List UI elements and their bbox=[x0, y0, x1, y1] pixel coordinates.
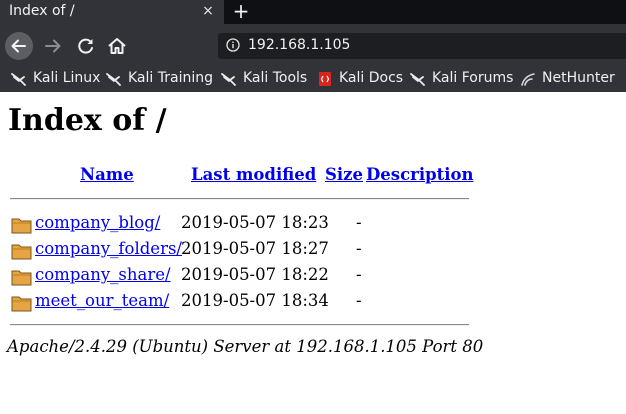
server-signature: Apache/2.4.29 (Ubuntu) Server at 192.168… bbox=[7, 337, 484, 356]
entry-size: - bbox=[356, 239, 362, 258]
reload-icon[interactable] bbox=[75, 35, 97, 57]
footer-divider bbox=[10, 324, 469, 326]
entry-size: - bbox=[356, 213, 362, 232]
folder-icon bbox=[11, 296, 32, 312]
folder-icon bbox=[11, 244, 32, 260]
entry-size: - bbox=[356, 265, 362, 284]
column-header-last-modified[interactable]: Last modified bbox=[191, 165, 316, 184]
folder-icon bbox=[11, 270, 32, 286]
back-button[interactable] bbox=[5, 32, 33, 60]
close-tab-icon[interactable]: × bbox=[202, 3, 214, 19]
column-header-name[interactable]: Name bbox=[80, 165, 134, 184]
table-row: meet_our_team/ 2019-05-07 18:34 - bbox=[0, 291, 626, 315]
arrow-left-icon bbox=[11, 39, 26, 53]
table-row: company_folders/ 2019-05-07 18:27 - bbox=[0, 239, 626, 263]
new-tab-button[interactable]: + bbox=[232, 0, 250, 22]
table-row: company_blog/ 2019-05-07 18:23 - bbox=[0, 213, 626, 237]
entry-link[interactable]: company_blog/ bbox=[35, 213, 160, 232]
bookmarks-bar: Kali Linux Kali Training Kali Tools Kali… bbox=[0, 66, 626, 92]
entry-link[interactable]: company_share/ bbox=[35, 265, 171, 284]
tab-title: Index of / bbox=[9, 3, 75, 19]
tab-strip: Index of / × + bbox=[0, 0, 626, 24]
column-header-size[interactable]: Size bbox=[325, 165, 363, 184]
entry-size: - bbox=[356, 291, 362, 310]
entry-link[interactable]: meet_our_team/ bbox=[35, 291, 169, 310]
header-divider bbox=[10, 198, 469, 200]
entry-modified: 2019-05-07 18:34 bbox=[181, 291, 329, 310]
url-text[interactable]: 192.168.1.105 bbox=[248, 37, 350, 53]
page-title: Index of / bbox=[8, 103, 167, 138]
page-content: Index of / Name Last modified Size Descr… bbox=[0, 92, 626, 414]
table-row: company_share/ 2019-05-07 18:22 - bbox=[0, 265, 626, 289]
kali-dragon-icon bbox=[106, 73, 121, 86]
info-icon[interactable] bbox=[226, 38, 240, 52]
navigation-toolbar: 192.168.1.105 bbox=[0, 24, 626, 66]
entry-modified: 2019-05-07 18:23 bbox=[181, 213, 329, 232]
home-icon[interactable] bbox=[106, 35, 128, 57]
kali-dragon-icon bbox=[11, 73, 26, 86]
column-header-description[interactable]: Description bbox=[366, 165, 474, 184]
tab-index[interactable]: Index of / × bbox=[0, 0, 224, 24]
folder-icon bbox=[11, 218, 32, 234]
entry-modified: 2019-05-07 18:27 bbox=[181, 239, 329, 258]
nethunter-icon bbox=[521, 73, 535, 86]
kali-dragon-icon bbox=[221, 73, 236, 86]
kali-dragon-icon bbox=[410, 73, 425, 86]
entry-link[interactable]: company_folders/ bbox=[35, 239, 182, 258]
arrow-right-icon[interactable] bbox=[42, 35, 64, 57]
kali-docs-icon bbox=[319, 72, 331, 86]
entry-modified: 2019-05-07 18:22 bbox=[181, 265, 329, 284]
address-bar[interactable]: 192.168.1.105 bbox=[218, 33, 626, 59]
